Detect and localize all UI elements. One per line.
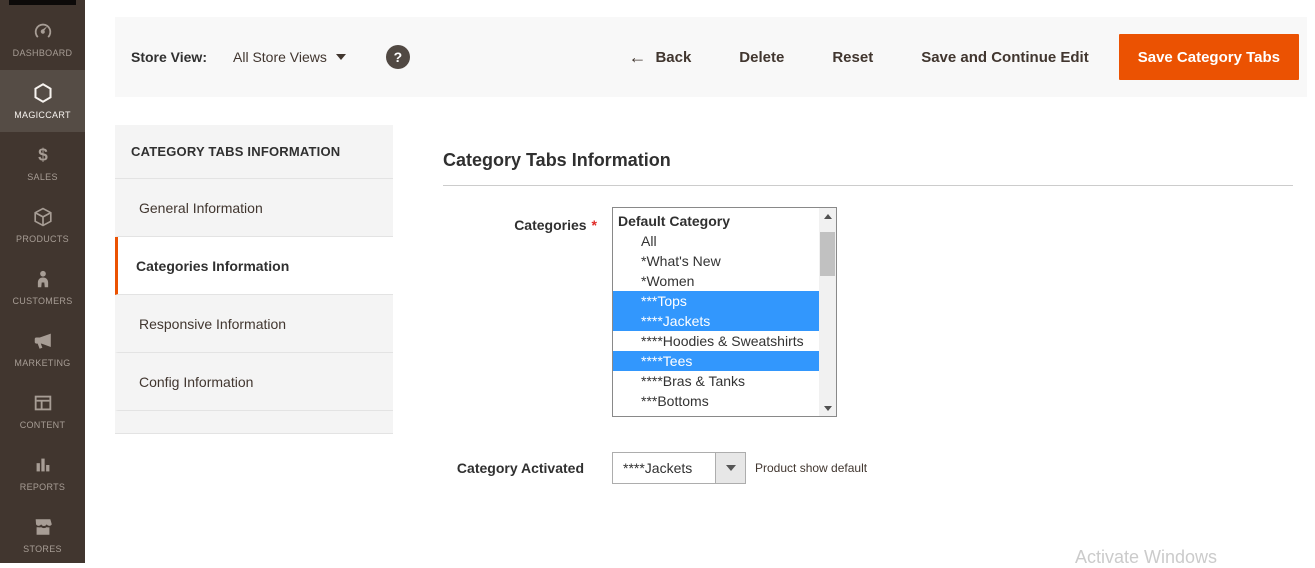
products-icon — [32, 206, 54, 230]
scroll-up-icon[interactable] — [819, 208, 836, 224]
required-marker: * — [592, 217, 597, 233]
sidebar-item-sales[interactable]: $ SALES — [0, 132, 85, 194]
nav-item-categories-information[interactable]: Categories Information — [115, 237, 393, 295]
admin-sidebar: DASHBOARD MAGICCART $ SALES PRODUCTS CUSTOMER… — [0, 0, 85, 563]
chevron-down-icon — [336, 54, 346, 60]
nav-item-responsive-information[interactable]: Responsive Information — [115, 295, 393, 353]
activate-windows-watermark: Activate Windows — [1075, 547, 1217, 568]
toolbar-actions: ← Back Delete Reset Save and Continue Ed… — [628, 34, 1299, 80]
category-option[interactable]: ****Jackets — [613, 311, 819, 331]
dashboard-icon — [32, 20, 54, 44]
sidebar-item-marketing[interactable]: MARKETING — [0, 318, 85, 380]
sidebar-item-products[interactable]: PRODUCTS — [0, 194, 85, 256]
delete-button[interactable]: Delete — [739, 49, 784, 66]
category-option[interactable]: Default Category — [613, 211, 819, 231]
save-category-tabs-button[interactable]: Save Category Tabs — [1119, 34, 1299, 80]
category-activated-value: ****Jackets — [613, 453, 715, 483]
sidebar-item-dashboard[interactable]: DASHBOARD — [0, 8, 85, 70]
category-option[interactable]: *What's New — [613, 251, 819, 271]
save-and-continue-button[interactable]: Save and Continue Edit — [921, 49, 1089, 66]
nav-item-config-information[interactable]: Config Information — [115, 353, 393, 411]
page-title: Category Tabs Information — [443, 150, 1293, 171]
sidebar-item-customers[interactable]: CUSTOMERS — [0, 256, 85, 318]
sidebar-item-label: CUSTOMERS — [12, 296, 72, 306]
sidebar-item-label: DASHBOARD — [13, 48, 73, 58]
category-option[interactable]: ***Tops — [613, 291, 819, 311]
back-button[interactable]: ← Back — [628, 48, 691, 66]
category-activated-label: Category Activated — [443, 452, 584, 484]
chevron-down-icon — [726, 465, 736, 471]
sidebar-item-label: PRODUCTS — [16, 234, 69, 244]
magiccart-icon — [32, 82, 54, 106]
help-icon[interactable]: ? — [386, 45, 410, 69]
sidebar-item-label: MARKETING — [14, 358, 70, 368]
scroll-down-icon[interactable] — [819, 400, 836, 416]
sidebar-item-label: STORES — [23, 544, 62, 554]
category-activated-note: Product show default — [755, 461, 867, 475]
dropdown-arrow[interactable] — [715, 453, 745, 483]
sidebar-item-label: SALES — [27, 172, 58, 182]
category-option[interactable]: ****Bras & Tanks — [613, 371, 819, 391]
logo-strip — [9, 0, 76, 5]
category-activated-select[interactable]: ****Jackets — [612, 452, 746, 484]
category-option[interactable]: ****Hoodies & Sweatshirts — [613, 331, 819, 351]
main-content: Category Tabs Information Categories* De… — [443, 150, 1293, 484]
categories-label: Categories* — [443, 207, 597, 417]
category-activated-row: Category Activated ****Jackets Product s… — [443, 452, 1293, 484]
sidebar-item-reports[interactable]: REPORTS — [0, 442, 85, 504]
back-button-label: Back — [655, 49, 691, 66]
reports-icon — [32, 454, 54, 478]
sidebar-item-label: MAGICCART — [14, 110, 71, 120]
category-options: Default CategoryAll*What's New*Women***T… — [613, 211, 819, 411]
listbox-scrollbar[interactable] — [819, 208, 836, 416]
title-divider — [443, 185, 1293, 186]
marketing-icon — [32, 330, 54, 354]
svg-text:$: $ — [38, 145, 48, 165]
category-option[interactable]: ***Bottoms — [613, 391, 819, 411]
sidebar-item-content[interactable]: CONTENT — [0, 380, 85, 442]
reset-button[interactable]: Reset — [832, 49, 873, 66]
store-view-label: Store View: — [131, 49, 207, 65]
content-icon — [32, 392, 54, 416]
nav-item-general-information[interactable]: General Information — [115, 179, 393, 237]
category-option[interactable]: *Women — [613, 271, 819, 291]
sidebar-nav: DASHBOARD MAGICCART $ SALES PRODUCTS CUSTOMER… — [0, 8, 85, 566]
customers-icon — [32, 268, 54, 292]
store-view-selector[interactable]: All Store Views — [233, 49, 346, 65]
category-option[interactable]: All — [613, 231, 819, 251]
stores-icon — [32, 516, 54, 540]
sales-icon: $ — [32, 144, 54, 168]
section-nav: CATEGORY TABS INFORMATION General Inform… — [115, 125, 393, 434]
sidebar-item-magiccart[interactable]: MAGICCART — [0, 70, 85, 132]
sidebar-item-stores[interactable]: STORES — [0, 504, 85, 566]
section-nav-header: CATEGORY TABS INFORMATION — [115, 125, 393, 179]
category-option[interactable]: ****Tees — [613, 351, 819, 371]
back-arrow-icon: ← — [628, 48, 646, 66]
page-toolbar: Store View: All Store Views ? ← Back Del… — [115, 17, 1307, 97]
section-nav-items: General InformationCategories Informatio… — [115, 179, 393, 411]
sidebar-item-label: CONTENT — [20, 420, 66, 430]
categories-multiselect[interactable]: Default CategoryAll*What's New*Women***T… — [612, 207, 837, 417]
scrollbar-thumb[interactable] — [820, 232, 835, 276]
sidebar-item-label: REPORTS — [20, 482, 65, 492]
categories-field-row: Categories* Default CategoryAll*What's N… — [443, 207, 1293, 417]
store-view-value: All Store Views — [233, 49, 327, 65]
